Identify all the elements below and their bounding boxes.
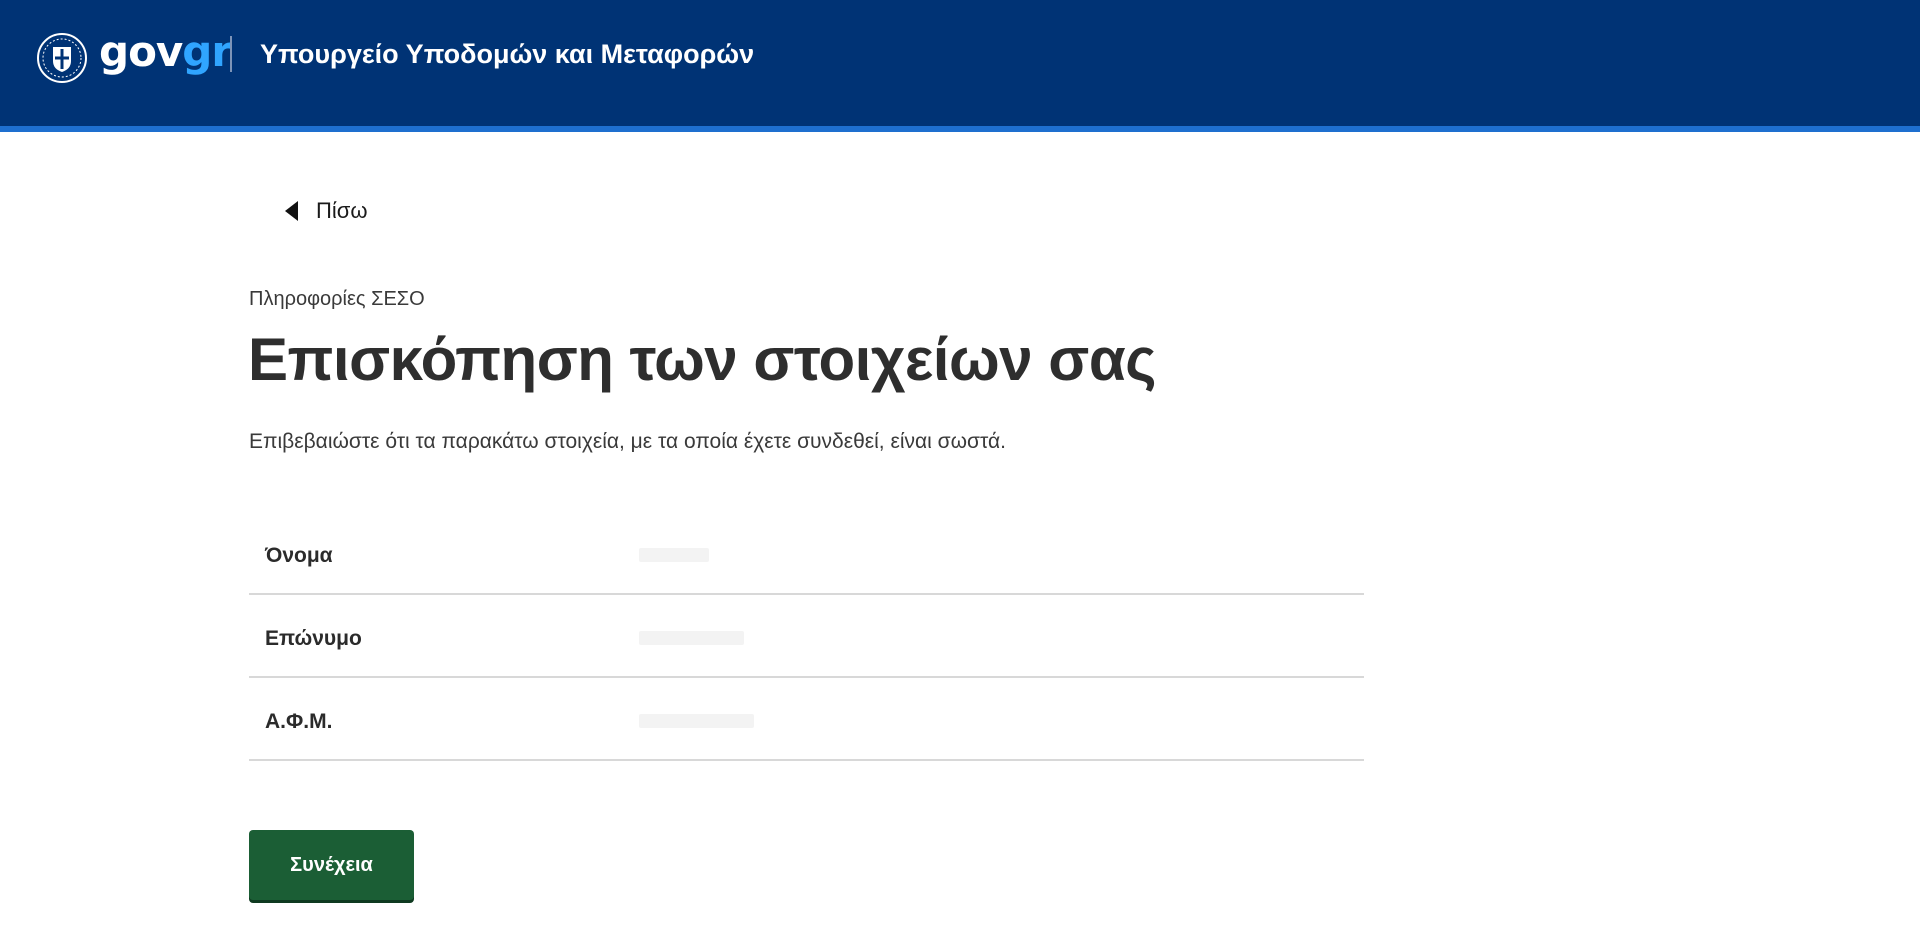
summary-key-name: Όνομα	[265, 544, 333, 567]
intro-text: Επιβεβαιώστε ότι τα παρακάτω στοιχεία, μ…	[249, 430, 1006, 453]
summary-value-name	[639, 542, 709, 570]
summary-list: Όνομα Επώνυμο Α.Φ.Μ.	[249, 512, 1364, 761]
summary-key-surname: Επώνυμο	[265, 627, 362, 650]
greek-coat-of-arms-icon[interactable]	[36, 32, 88, 84]
summary-key-afm: Α.Φ.Μ.	[265, 710, 333, 733]
summary-value-surname	[639, 625, 744, 653]
summary-row-afm: Α.Φ.Μ.	[249, 678, 1364, 761]
page-title: Επισκόπηση των στοιχείων σας	[248, 326, 1156, 393]
redacted-value	[639, 631, 744, 645]
caret-left-icon	[285, 201, 298, 221]
summary-row-name: Όνομα	[249, 512, 1364, 595]
redacted-value	[639, 548, 709, 562]
back-link[interactable]: Πίσω	[285, 196, 368, 226]
summary-row-surname: Επώνυμο	[249, 595, 1364, 678]
header-divider	[230, 36, 232, 72]
section-caption: Πληροφορίες ΣΕΣΟ	[249, 288, 425, 310]
brand-gov-text: gov	[99, 27, 183, 76]
back-label: Πίσω	[316, 198, 368, 223]
brand-gr-text: gr	[182, 27, 232, 76]
summary-value-afm	[639, 708, 754, 736]
redacted-value	[639, 714, 754, 728]
ministry-name: Υπουργείο Υποδομών και Μεταφορών	[260, 39, 755, 69]
govgr-logo[interactable]: govgr	[99, 26, 232, 78]
site-header: govgr Υπουργείο Υποδομών και Μεταφορών	[0, 0, 1920, 132]
continue-button[interactable]: Συνέχεια	[249, 830, 414, 900]
